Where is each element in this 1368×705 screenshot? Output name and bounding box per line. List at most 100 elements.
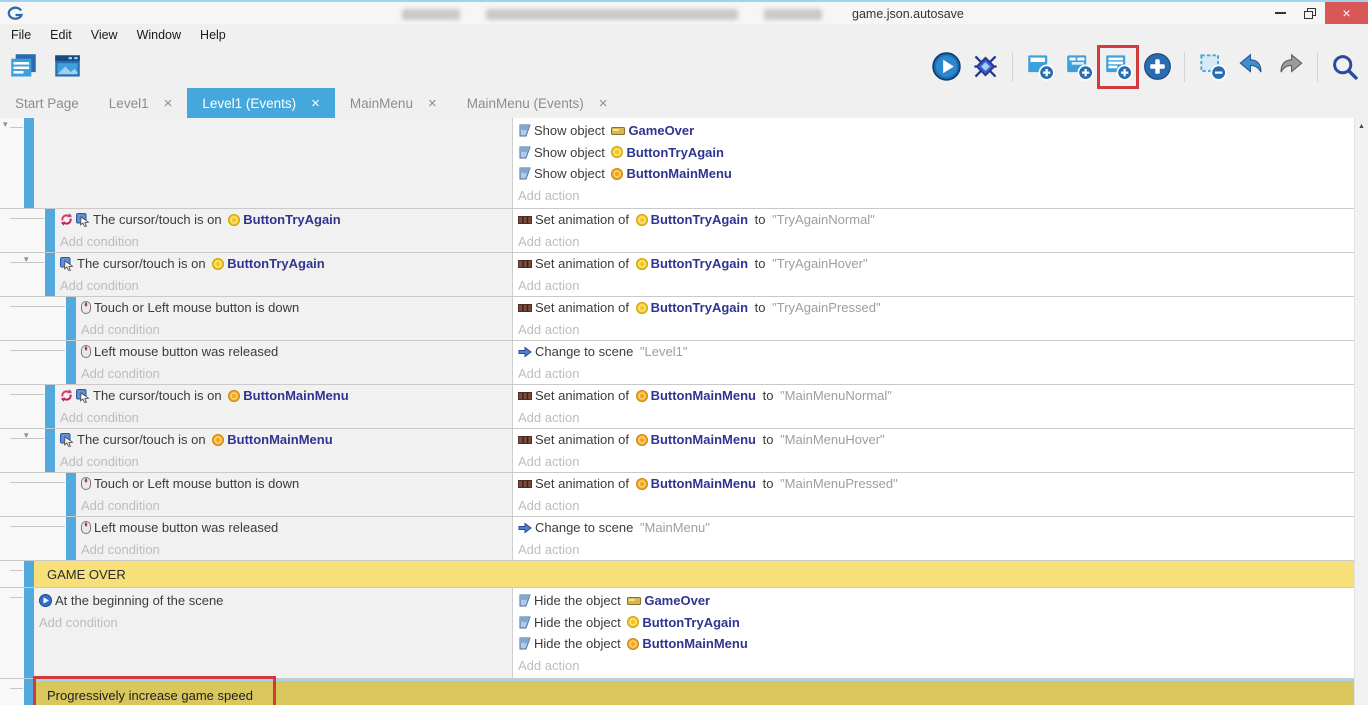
object-ref: ButtonMainMenu <box>243 388 348 403</box>
add-subevent-button[interactable] <box>1062 49 1096 85</box>
condition[interactable]: The cursor/touch is on ButtonTryAgain <box>55 209 512 231</box>
action[interactable]: Set animation of ButtonTryAgain to "TryA… <box>513 253 1354 275</box>
tab-close-icon[interactable]: × <box>164 96 173 111</box>
event-selection-bar[interactable] <box>45 385 55 428</box>
add-action[interactable]: Add action <box>513 451 1354 473</box>
start-page-button[interactable] <box>50 49 84 85</box>
event-selection-bar[interactable] <box>24 118 34 208</box>
action[interactable]: Show object ButtonMainMenu <box>513 163 1354 185</box>
event-selection-bar[interactable] <box>45 209 55 252</box>
condition[interactable]: The cursor/touch is on ButtonMainMenu <box>55 429 512 451</box>
minimize-button[interactable] <box>1265 2 1295 24</box>
condition[interactable]: At the beginning of the scene <box>34 590 512 612</box>
action[interactable]: Set animation of ButtonMainMenu to "Main… <box>513 473 1354 495</box>
condition[interactable]: Touch or Left mouse button is down <box>76 297 512 319</box>
delete-event-button[interactable] <box>1195 49 1229 85</box>
tab-close-icon[interactable]: × <box>311 96 320 111</box>
action[interactable]: Hide the object GameOver <box>513 590 1354 612</box>
undo-button[interactable] <box>1234 49 1268 85</box>
tab-level1[interactable]: Level1× <box>94 88 188 118</box>
anim-icon <box>518 303 532 313</box>
add-condition[interactable]: Add condition <box>55 451 512 473</box>
event-selection-bar[interactable] <box>66 341 76 384</box>
event-selection-bar[interactable] <box>66 473 76 516</box>
event-row: Left mouse button was releasedAdd condit… <box>0 516 1354 560</box>
add-comment-button[interactable] <box>1101 49 1135 85</box>
vertical-scrollbar[interactable]: ▲ <box>1354 118 1368 705</box>
add-action[interactable]: Add action <box>513 655 1354 677</box>
event-selection-bar[interactable] <box>66 517 76 560</box>
add-action[interactable]: Add action <box>513 407 1354 429</box>
redo-button[interactable] <box>1273 49 1307 85</box>
action[interactable]: Hide the object ButtonTryAgain <box>513 612 1354 634</box>
menu-edit[interactable]: Edit <box>48 27 74 43</box>
add-condition[interactable]: Add condition <box>76 319 512 341</box>
coin-icon <box>636 258 648 270</box>
condition[interactable]: Left mouse button was released <box>76 517 512 539</box>
add-action[interactable]: Add action <box>513 185 1354 207</box>
tab-close-icon[interactable]: × <box>599 96 608 111</box>
object-ref: ButtonMainMenu <box>227 432 332 447</box>
add-action[interactable]: Add action <box>513 539 1354 561</box>
action[interactable]: Change to scene "Level1" <box>513 341 1354 363</box>
condition[interactable]: Touch or Left mouse button is down <box>76 473 512 495</box>
conditions-cell: The cursor/touch is on ButtonTryAgainAdd… <box>55 253 513 296</box>
action[interactable]: Set animation of ButtonTryAgain to "TryA… <box>513 209 1354 231</box>
restore-button[interactable] <box>1295 2 1325 24</box>
condition[interactable]: Left mouse button was released <box>76 341 512 363</box>
tree-gutter: ▾ <box>0 429 45 472</box>
object-ref: ButtonMainMenu <box>651 432 756 447</box>
menu-help[interactable]: Help <box>198 27 228 43</box>
collapse-arrow-icon[interactable]: ▾ <box>24 254 29 265</box>
tab-mainmenu[interactable]: MainMenu× <box>335 88 452 118</box>
event-selection-bar[interactable] <box>45 429 55 472</box>
tab-mainmenu-events[interactable]: MainMenu (Events)× <box>452 88 623 118</box>
event-selection-bar[interactable] <box>45 253 55 296</box>
collapse-arrow-icon[interactable]: ▾ <box>24 430 29 441</box>
search-button[interactable] <box>1328 49 1362 85</box>
scroll-up-icon[interactable]: ▲ <box>1355 118 1368 130</box>
add-condition[interactable]: Add condition <box>76 539 512 561</box>
collapse-arrow-icon[interactable]: ▾ <box>3 119 8 130</box>
tab-level1-events[interactable]: Level1 (Events)× <box>187 88 335 118</box>
add-action[interactable]: Add action <box>513 363 1354 385</box>
add-plus-button[interactable] <box>1140 49 1174 85</box>
event-selection-bar[interactable] <box>66 297 76 340</box>
add-condition[interactable]: Add condition <box>76 495 512 517</box>
action[interactable]: Set animation of ButtonTryAgain to "TryA… <box>513 297 1354 319</box>
menu-window[interactable]: Window <box>135 27 183 43</box>
tab-start-page[interactable]: Start Page <box>0 88 94 118</box>
add-condition[interactable]: Add condition <box>76 363 512 385</box>
comment[interactable]: Progressively increase game speed <box>34 679 1354 705</box>
menu-view[interactable]: View <box>89 27 120 43</box>
begin-icon <box>39 594 52 607</box>
preview-play-button[interactable] <box>929 49 963 85</box>
tab-close-icon[interactable]: × <box>428 96 437 111</box>
comment[interactable]: GAME OVER <box>34 561 1354 587</box>
add-condition[interactable]: Add condition <box>34 612 512 634</box>
add-action[interactable]: Add action <box>513 495 1354 517</box>
close-button[interactable]: × <box>1325 2 1368 24</box>
add-condition[interactable]: Add condition <box>55 231 512 253</box>
event-selection-bar[interactable] <box>24 588 34 678</box>
menu-file[interactable]: File <box>9 27 33 43</box>
event-selection-bar[interactable] <box>24 679 34 705</box>
add-event-button[interactable] <box>1023 49 1057 85</box>
action[interactable]: Show object ButtonTryAgain <box>513 142 1354 164</box>
add-action[interactable]: Add action <box>513 319 1354 341</box>
action[interactable]: Change to scene "MainMenu" <box>513 517 1354 539</box>
condition[interactable]: The cursor/touch is on ButtonTryAgain <box>55 253 512 275</box>
window-title: game.json.autosave <box>852 7 964 21</box>
action[interactable]: Set animation of ButtonMainMenu to "Main… <box>513 385 1354 407</box>
debug-bug-button[interactable] <box>968 49 1002 85</box>
add-condition[interactable]: Add condition <box>55 407 512 429</box>
action[interactable]: Set animation of ButtonMainMenu to "Main… <box>513 429 1354 451</box>
add-action[interactable]: Add action <box>513 275 1354 297</box>
action[interactable]: Hide the object ButtonMainMenu <box>513 633 1354 655</box>
project-manager-button[interactable] <box>6 49 40 85</box>
condition[interactable]: The cursor/touch is on ButtonMainMenu <box>55 385 512 407</box>
add-action[interactable]: Add action <box>513 231 1354 253</box>
action[interactable]: Show object GameOver <box>513 120 1354 142</box>
event-selection-bar[interactable] <box>24 561 34 587</box>
add-condition[interactable]: Add condition <box>55 275 512 297</box>
